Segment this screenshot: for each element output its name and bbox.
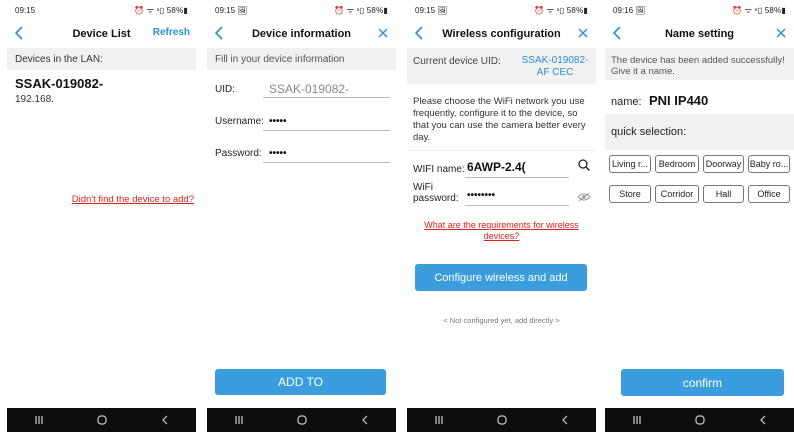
wifi-instructions: Please choose the WiFi network you use f… xyxy=(413,96,586,143)
refresh-button[interactable]: Refresh xyxy=(153,27,190,38)
header: Wireless configuration xyxy=(407,22,596,46)
system-nav-bar xyxy=(407,408,596,432)
header: Device List Refresh xyxy=(7,22,196,46)
screen-wireless-configuration: 09:15 🖼 ⏰ ᯤ ⁿ▯ 58%▮ Wireless configurati… xyxy=(407,0,596,432)
status-bar: 09:15 🖼 ⏰ ᯤ ⁿ▯ 58%▮ xyxy=(207,0,396,20)
home-icon[interactable] xyxy=(295,413,309,427)
confirm-button[interactable]: confirm xyxy=(621,369,784,396)
wifi-password-underline xyxy=(465,205,569,206)
back-arrow-icon[interactable] xyxy=(411,24,427,42)
uid-field[interactable]: SSAK-019082- xyxy=(269,82,349,96)
quick-chip[interactable]: Bedroom xyxy=(655,155,699,173)
page-title: Wireless configuration xyxy=(442,28,561,40)
header: Device information xyxy=(207,22,396,46)
back-arrow-icon[interactable] xyxy=(211,24,227,42)
nav-back-icon[interactable] xyxy=(756,413,770,427)
current-uid-label: Current device UID: xyxy=(413,56,501,67)
current-uid-value: SSAK-019082-AF CEC xyxy=(521,55,589,78)
quick-chip[interactable]: Corridor xyxy=(655,185,699,203)
uid-underline xyxy=(263,97,390,98)
recent-apps-icon[interactable] xyxy=(232,413,246,427)
status-icons: ⏰ ᯤ ⁿ▯ 58%▮ xyxy=(732,5,786,15)
recent-apps-icon[interactable] xyxy=(32,413,46,427)
recent-apps-icon[interactable] xyxy=(432,413,446,427)
home-icon[interactable] xyxy=(95,413,109,427)
nav-back-icon[interactable] xyxy=(158,413,172,427)
quick-chip[interactable]: Doorway xyxy=(703,155,744,173)
screen-name-setting: 09:16 🖼 ⏰ ᯤ ⁿ▯ 58%▮ Name setting The dev… xyxy=(605,0,794,432)
configure-wireless-button[interactable]: Configure wireless and add xyxy=(415,264,587,291)
add-directly-link[interactable]: < Not configured yet, add directly > xyxy=(407,316,596,325)
status-time: 09:16 🖼 xyxy=(613,5,646,15)
close-icon[interactable] xyxy=(376,26,390,40)
system-nav-bar xyxy=(207,408,396,432)
quick-chip[interactable]: Store xyxy=(609,185,651,203)
quick-chip[interactable]: Hall xyxy=(703,185,744,203)
username-underline xyxy=(263,130,390,131)
page-title: Device information xyxy=(251,28,352,40)
header: Name setting xyxy=(605,22,794,46)
username-field[interactable]: ••••• xyxy=(269,116,287,127)
search-icon[interactable] xyxy=(577,158,591,172)
device-name: SSAK-019082- xyxy=(15,76,104,91)
eye-icon[interactable] xyxy=(577,192,591,202)
quick-selection-label: quick selection: xyxy=(611,126,687,138)
system-nav-bar xyxy=(605,408,794,432)
status-bar: 09:15 ⏰ ᯤ ⁿ▯ 58%▮ xyxy=(7,0,196,20)
password-field[interactable]: ••••• xyxy=(269,148,287,159)
wifi-password-label: WiFi password: xyxy=(413,182,459,204)
screen-device-information: 09:15 🖼 ⏰ ᯤ ⁿ▯ 58%▮ Device information F… xyxy=(207,0,396,432)
status-icons: ⏰ ᯤ ⁿ▯ 58%▮ xyxy=(134,5,188,15)
page-title: Name setting xyxy=(664,28,735,40)
section-header: Devices in the LAN: xyxy=(7,48,196,70)
quick-chip[interactable]: Living r... xyxy=(609,155,651,173)
nav-back-icon[interactable] xyxy=(358,413,372,427)
name-label: name: xyxy=(611,96,642,108)
page-title: Device List xyxy=(72,28,131,40)
device-ip: 192.168. xyxy=(15,94,54,105)
status-time: 09:15 🖼 xyxy=(215,5,248,15)
status-bar: 09:15 🖼 ⏰ ᯤ ⁿ▯ 58%▮ xyxy=(407,0,596,20)
wifi-password-field[interactable]: •••••••• xyxy=(467,190,495,201)
wifi-name-label: WIFI name: xyxy=(413,164,465,175)
name-field[interactable]: PNI IP440 xyxy=(649,93,708,108)
success-message: The device has been added successfully! … xyxy=(605,48,794,80)
status-icons: ⏰ ᯤ ⁿ▯ 58%▮ xyxy=(334,5,388,15)
back-arrow-icon[interactable] xyxy=(11,24,27,42)
quick-chip[interactable]: Baby ro... xyxy=(748,155,790,173)
wireless-requirements-link[interactable]: What are the requirements for wireless d… xyxy=(419,220,584,242)
recent-apps-icon[interactable] xyxy=(630,413,644,427)
nav-back-icon[interactable] xyxy=(558,413,572,427)
close-icon[interactable] xyxy=(774,26,788,40)
password-underline xyxy=(263,162,390,163)
add-to-button[interactable]: ADD TO xyxy=(215,369,386,395)
device-list-item[interactable]: SSAK-019082- 192.168. xyxy=(15,76,188,105)
wifi-name-underline xyxy=(465,177,569,178)
password-label: Password: xyxy=(215,148,262,159)
uid-band: Current device UID: SSAK-019082-AF CEC xyxy=(407,48,596,84)
status-time: 09:15 xyxy=(15,5,36,15)
home-icon[interactable] xyxy=(495,413,509,427)
wifi-name-field[interactable]: 6AWP-2.4( xyxy=(467,160,526,174)
system-nav-bar xyxy=(7,408,196,432)
status-bar: 09:16 🖼 ⏰ ᯤ ⁿ▯ 58%▮ xyxy=(605,0,794,20)
status-time: 09:15 🖼 xyxy=(415,5,448,15)
home-icon[interactable] xyxy=(693,413,707,427)
uid-label: UID: xyxy=(215,84,235,95)
quick-chip[interactable]: Office xyxy=(748,185,790,203)
username-label: Username: xyxy=(215,116,264,127)
device-not-found-link[interactable]: Didn't find the device to add? xyxy=(47,194,194,205)
back-arrow-icon[interactable] xyxy=(609,24,625,42)
form-hint: Fill in your device information xyxy=(207,48,396,70)
screen-device-list: 09:15 ⏰ ᯤ ⁿ▯ 58%▮ Device List Refresh De… xyxy=(7,0,196,432)
close-icon[interactable] xyxy=(576,26,590,40)
status-icons: ⏰ ᯤ ⁿ▯ 58%▮ xyxy=(534,5,588,15)
